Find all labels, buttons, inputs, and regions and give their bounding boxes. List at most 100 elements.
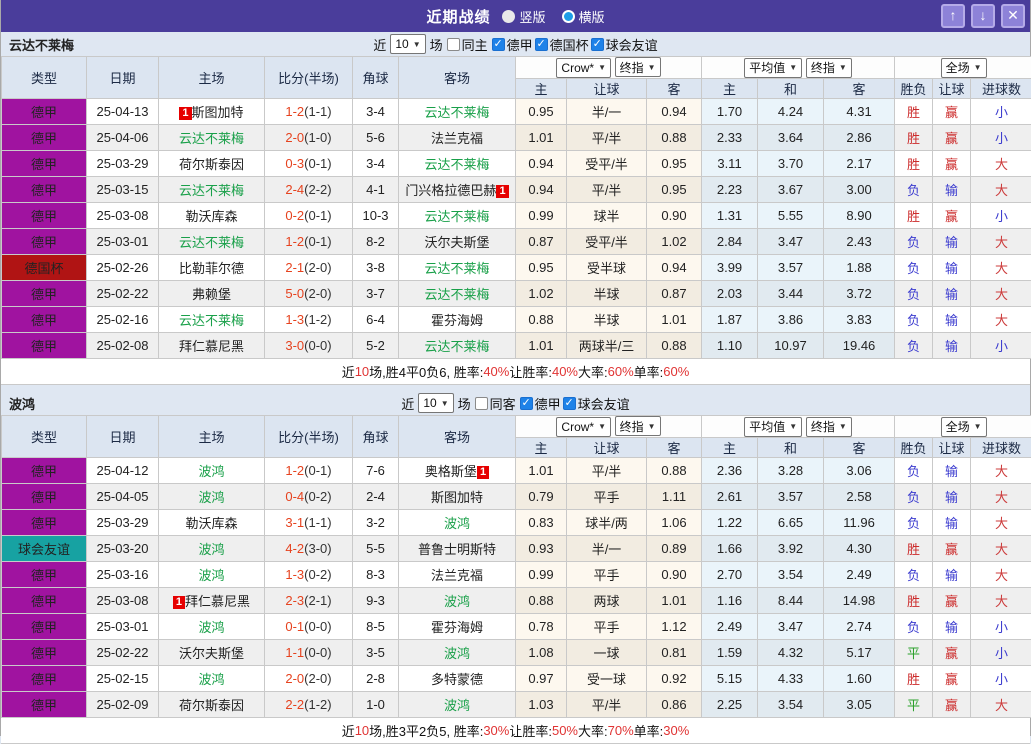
move-up-button[interactable]: ↑	[941, 4, 965, 28]
team-name-text: 法兰克福	[431, 131, 483, 146]
same-venue-filter[interactable]: 同客	[475, 394, 516, 413]
goals-result: 大	[971, 588, 1031, 614]
view-mode-horizontal[interactable]: 横版	[562, 7, 605, 26]
avg-draw-odds: 3.28	[758, 458, 824, 484]
handicap-result: 输	[933, 281, 971, 307]
win-lose-result: 负	[895, 177, 933, 203]
table-row: 德甲25-02-15波鸿2-0(2-0)2-8多特蒙德0.97受一球0.925.…	[2, 666, 1031, 692]
league-filter[interactable]: ✓德甲	[520, 394, 561, 413]
avg-draw-odds: 3.92	[758, 536, 824, 562]
handicap-line: 两球	[567, 588, 647, 614]
win-lose-result: 平	[895, 640, 933, 666]
away-team: 波鸿	[399, 588, 516, 614]
window-controls: ↑ ↓ ✕	[941, 4, 1025, 28]
match-type-badge: 德国杯	[2, 255, 87, 281]
team-name-text: 霍芬海姆	[431, 313, 483, 328]
chevron-down-icon: ▼	[648, 63, 656, 72]
team-name-text: 波鸿	[198, 542, 224, 557]
bookmaker-select[interactable]: Crow*▼	[556, 417, 611, 437]
match-rows: 德甲25-04-12波鸿1-2(0-1)7-6奥格斯堡11.01平/半0.882…	[2, 458, 1031, 718]
handicap-away-odds: 0.90	[647, 203, 702, 229]
table-row: 德甲25-04-06云达不莱梅2-0(1-0)5-6法兰克福1.01平/半0.8…	[2, 125, 1031, 151]
recent-count-select[interactable]: 10 ▼	[390, 34, 425, 54]
fulltime-select[interactable]: 全场▼	[941, 58, 987, 78]
filter-bar: 波鸿 近 10 ▼ 场 同客 ✓德甲✓球会友谊	[1, 391, 1030, 415]
summary-line: 近10场,胜4平0负6, 胜率:40% 让胜率:40% 大率:60% 单率:60…	[1, 359, 1030, 385]
corner-score: 3-4	[353, 151, 399, 177]
away-team: 霍芬海姆	[399, 307, 516, 333]
average-time-select[interactable]: 终指▼	[806, 417, 852, 437]
avg-draw-odds: 3.70	[758, 151, 824, 177]
fulltime-select[interactable]: 全场▼	[941, 417, 987, 437]
view-mode-vertical[interactable]: 竖版	[502, 7, 545, 26]
home-team: 1斯图加特	[159, 99, 265, 125]
avg-home-odds: 1.59	[702, 640, 758, 666]
team-name-text: 勒沃库森	[185, 516, 237, 531]
handicap-result: 输	[933, 307, 971, 333]
same-venue-filter[interactable]: 同主	[447, 35, 488, 54]
handicap-line: 平手	[567, 614, 647, 640]
avg-draw-odds: 3.57	[758, 255, 824, 281]
win-lose-result: 负	[895, 307, 933, 333]
away-team: 沃尔夫斯堡	[399, 229, 516, 255]
team-name-text: 云达不莱梅	[424, 157, 489, 172]
avg-away-odds: 2.86	[824, 125, 895, 151]
col-avg-draw: 和	[758, 79, 824, 99]
handicap-away-odds: 1.01	[647, 307, 702, 333]
corner-score: 8-2	[353, 229, 399, 255]
league-filter[interactable]: ✓球会友谊	[563, 394, 630, 413]
match-score: 1-2(0-1)	[265, 229, 353, 255]
handicap-away-odds: 0.88	[647, 125, 702, 151]
checkbox-checked-icon: ✓	[563, 397, 576, 410]
avg-draw-odds: 3.47	[758, 229, 824, 255]
window-title: 近期战绩	[426, 6, 490, 27]
handicap-home-odds: 0.97	[516, 666, 567, 692]
handicap-line: 半球	[567, 281, 647, 307]
col-home: 主场	[159, 416, 265, 458]
match-score: 0-1(0-0)	[265, 614, 353, 640]
match-date: 25-03-08	[87, 203, 159, 229]
col-handicap-away: 客	[647, 79, 702, 99]
league-filter[interactable]: ✓德甲	[492, 35, 533, 54]
team-name-text: 门兴格拉德巴赫	[405, 183, 496, 198]
match-date: 25-03-29	[87, 510, 159, 536]
average-select[interactable]: 平均值▼	[744, 417, 802, 437]
away-team: 云达不莱梅	[399, 255, 516, 281]
avg-away-odds: 19.46	[824, 333, 895, 359]
col-away: 客场	[399, 57, 516, 99]
handicap-result: 赢	[933, 151, 971, 177]
league-filter[interactable]: ✓德国杯	[535, 35, 589, 54]
near-label: 近	[401, 394, 414, 413]
handicap-time-select[interactable]: 终指▼	[615, 416, 661, 436]
league-filters: ✓德甲✓德国杯✓球会友谊	[492, 35, 658, 54]
match-type-badge: 德甲	[2, 229, 87, 255]
handicap-result: 赢	[933, 125, 971, 151]
home-team: 荷尔斯泰因	[159, 692, 265, 718]
close-button[interactable]: ✕	[1001, 4, 1025, 28]
league-filter[interactable]: ✓球会友谊	[591, 35, 658, 54]
win-lose-result: 胜	[895, 666, 933, 692]
move-down-button[interactable]: ↓	[971, 4, 995, 28]
avg-home-odds: 2.36	[702, 458, 758, 484]
table-row: 德甲25-03-01波鸿0-1(0-0)8-5霍芬海姆0.78平手1.122.4…	[2, 614, 1031, 640]
col-corner: 角球	[353, 57, 399, 99]
match-type-badge: 德甲	[2, 666, 87, 692]
handicap-home-odds: 0.99	[516, 203, 567, 229]
away-team: 波鸿	[399, 510, 516, 536]
away-team: 霍芬海姆	[399, 614, 516, 640]
recent-count-select[interactable]: 10 ▼	[418, 393, 453, 413]
col-handicap-home: 主	[516, 438, 567, 458]
handicap-line: 平/半	[567, 177, 647, 203]
bookmaker-select[interactable]: Crow*▼	[556, 58, 611, 78]
handicap-result: 赢	[933, 536, 971, 562]
checkbox-checked-icon: ✓	[535, 38, 548, 51]
average-time-select[interactable]: 终指▼	[806, 58, 852, 78]
handicap-result: 赢	[933, 203, 971, 229]
match-type-badge: 德甲	[2, 203, 87, 229]
match-score: 1-3(0-2)	[265, 562, 353, 588]
col-winlose: 胜负	[895, 79, 933, 99]
average-select[interactable]: 平均值▼	[744, 58, 802, 78]
handicap-time-select[interactable]: 终指▼	[615, 57, 661, 77]
team-name-text: 比勒菲尔德	[179, 261, 244, 276]
avg-draw-odds: 10.97	[758, 333, 824, 359]
